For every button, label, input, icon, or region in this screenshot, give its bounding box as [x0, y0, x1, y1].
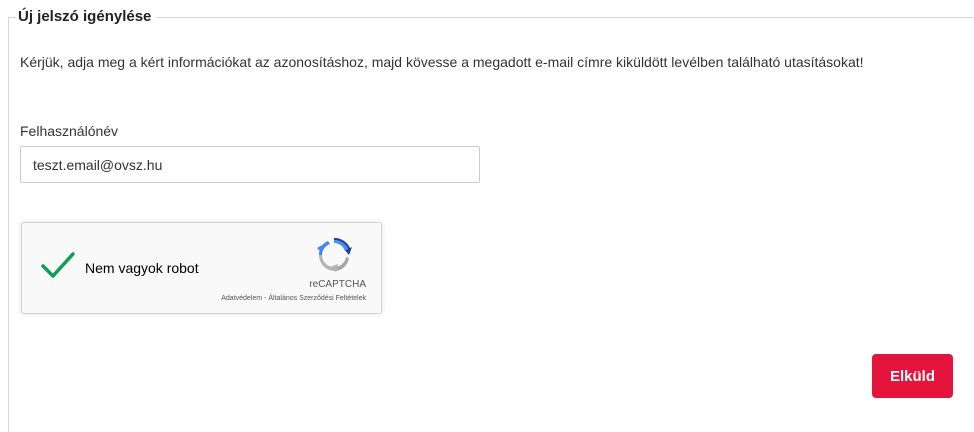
- recaptcha-brand: reCAPTCHA: [309, 279, 366, 290]
- checkmark-icon[interactable]: [40, 249, 76, 281]
- username-input[interactable]: [20, 146, 480, 183]
- username-label: Felhasználónév: [20, 123, 119, 139]
- intro-text: Kérjük, adja meg a kért információkat az…: [20, 54, 864, 70]
- fieldset-border-left: [8, 17, 9, 432]
- terms-link[interactable]: Általános Szerződési Feltételek: [268, 295, 366, 302]
- privacy-link[interactable]: Adatvédelem: [221, 295, 264, 302]
- recaptcha-widget[interactable]: Nem vagyok robot reCAPTCHA Adatvédelem -…: [21, 222, 382, 314]
- submit-button[interactable]: Elküld: [872, 354, 953, 398]
- recaptcha-logo-icon: [317, 237, 352, 272]
- recaptcha-label: Nem vagyok robot: [85, 260, 199, 276]
- form-legend: Új jelszó igénylése: [16, 7, 157, 27]
- recaptcha-links: Adatvédelem - Általános Szerződési Felté…: [221, 294, 366, 303]
